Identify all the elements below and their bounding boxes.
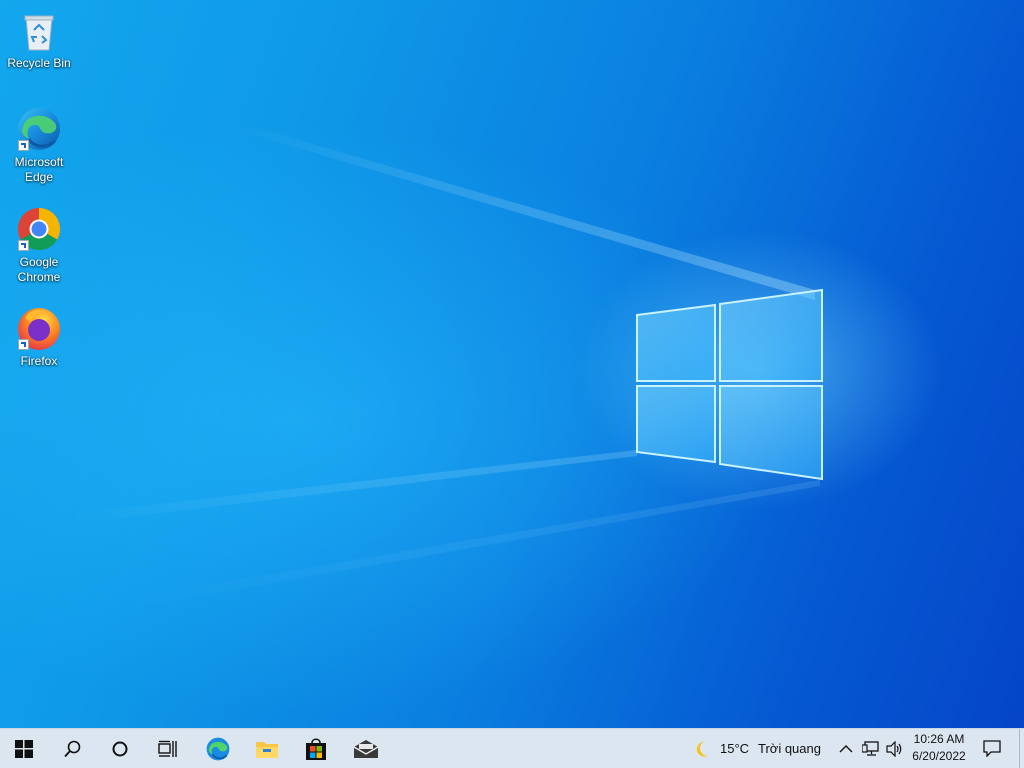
shortcut-arrow-icon (18, 339, 29, 350)
task-view-icon (158, 740, 177, 757)
clock-time: 10:26 AM (913, 732, 965, 746)
desktop-icon-firefox[interactable]: Firefox (4, 304, 74, 369)
taskbar-edge-button[interactable] (194, 729, 242, 768)
edge-icon (15, 105, 63, 153)
desktop-icon-microsoft-edge[interactable]: Microsoft Edge (4, 105, 74, 185)
search-button[interactable] (48, 729, 96, 768)
show-hidden-icons-button[interactable] (836, 729, 856, 768)
desktop-wallpaper: Recycle Bin Microsoft Edge Google Chrome… (0, 0, 1024, 728)
moon-icon (696, 741, 708, 757)
chevron-up-icon (839, 744, 853, 752)
taskbar: 15°C Trời quang 10:26 AM 6/20/2022 (0, 728, 1024, 768)
shortcut-arrow-icon (18, 240, 29, 251)
mail-icon (353, 739, 379, 758)
weather-temperature: 15°C (720, 741, 750, 756)
network-icon (862, 740, 879, 756)
action-center-button[interactable] (976, 729, 1008, 768)
desktop-icon-label: Recycle Bin (7, 56, 71, 70)
recycle-bin-icon (15, 6, 63, 54)
file-explorer-icon (256, 741, 278, 758)
edge-icon (206, 737, 230, 760)
cortana-icon (112, 741, 128, 756)
desktop-icon-recycle-bin[interactable]: Recycle Bin (4, 6, 74, 71)
start-icon (15, 739, 33, 758)
network-button[interactable] (860, 729, 882, 768)
start-button[interactable] (0, 729, 48, 768)
volume-button[interactable] (884, 729, 906, 768)
desktop-icon-label: Google (19, 255, 59, 269)
firefox-icon (15, 304, 63, 352)
desktop-icon-label: Microsoft (14, 155, 64, 169)
clock[interactable]: 10:26 AM 6/20/2022 (908, 729, 970, 768)
notification-icon (983, 740, 1001, 757)
taskbar-mail-button[interactable] (342, 729, 390, 768)
volume-icon (886, 740, 902, 757)
desktop-icon-label: Firefox (20, 354, 58, 368)
windows-logo (636, 288, 823, 481)
weather-widget[interactable]: 15°C Trời quang (688, 729, 830, 768)
taskbar-store-button[interactable] (292, 729, 340, 768)
weather-condition: Trời quang (758, 741, 821, 756)
desktop-icon-label: Edge (24, 170, 54, 184)
clock-date: 6/20/2022 (912, 749, 966, 763)
shortcut-arrow-icon (18, 140, 29, 151)
chrome-icon (15, 205, 63, 253)
search-icon (64, 740, 81, 757)
taskbar-file-explorer-button[interactable] (243, 729, 291, 768)
desktop-icon-label: Chrome (17, 270, 61, 284)
store-icon (306, 737, 326, 760)
cortana-button[interactable] (96, 729, 144, 768)
desktop-icon-google-chrome[interactable]: Google Chrome (4, 205, 74, 285)
show-desktop-button[interactable] (1019, 729, 1024, 768)
task-view-button[interactable] (144, 729, 192, 768)
